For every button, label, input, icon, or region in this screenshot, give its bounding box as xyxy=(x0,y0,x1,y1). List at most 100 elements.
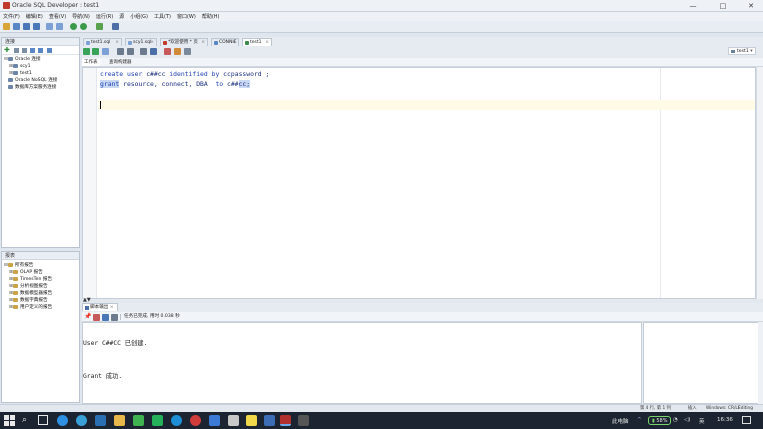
edge-taskbar-icon[interactable] xyxy=(171,415,182,426)
run-icon[interactable] xyxy=(96,23,103,30)
schema-browser-icon[interactable] xyxy=(47,48,52,53)
reports-tree-item[interactable]: ⊞ 数据模型器报告 xyxy=(4,290,79,297)
new-icon[interactable] xyxy=(3,23,10,30)
explorer-taskbar-icon[interactable] xyxy=(114,415,125,426)
output-scrollbar[interactable] xyxy=(758,322,763,404)
word-taskbar-icon[interactable] xyxy=(95,415,106,426)
pin-icon[interactable]: 📌 xyxy=(84,313,91,320)
run-script-icon[interactable] xyxy=(92,48,99,55)
wifi-icon[interactable]: ◔ xyxy=(673,417,678,423)
menu-item-4[interactable]: 运行(R) xyxy=(93,12,116,20)
tray-label[interactable]: 此电脑 xyxy=(612,417,629,425)
connections-tree-item[interactable]: ⊞ scy1 xyxy=(4,63,79,70)
tray-arrow-icon[interactable]: ^ xyxy=(637,417,642,423)
open-icon[interactable] xyxy=(13,23,20,30)
notification-icon[interactable] xyxy=(742,416,751,424)
explain-plan-icon[interactable] xyxy=(117,48,124,55)
debug-icon[interactable] xyxy=(112,23,119,30)
reports-tree-item[interactable]: ⊞ OLAP 报告 xyxy=(4,269,79,276)
connections-tree-item[interactable]: 数据库方案服务连接 xyxy=(4,84,79,91)
store-taskbar-icon[interactable] xyxy=(209,415,220,426)
editor-tab[interactable]: CONNIE × xyxy=(211,38,239,46)
save-all-icon[interactable] xyxy=(33,23,40,30)
close-tab-icon[interactable]: × xyxy=(265,39,269,46)
connections-tree-item[interactable]: Oracle NoSQL 连接 xyxy=(4,77,79,84)
close-tab-icon[interactable]: × xyxy=(115,39,119,46)
print-output-icon[interactable] xyxy=(111,314,118,321)
reports-tree-item[interactable]: ⊞ 数据字典报告 xyxy=(4,297,79,304)
close-tab-icon[interactable]: × xyxy=(201,39,205,46)
code-editor[interactable] xyxy=(82,67,756,299)
refresh-icon[interactable] xyxy=(14,48,19,53)
close-tab-icon[interactable]: × xyxy=(150,39,154,46)
text-cursor xyxy=(100,101,101,109)
editor-tab[interactable]: test1.sql × xyxy=(83,38,122,46)
menu-item-8[interactable]: 窗口(W) xyxy=(174,12,199,20)
connections-tree-item[interactable]: ⊟ Oracle 连接 xyxy=(4,56,79,63)
notepad-taskbar-icon[interactable] xyxy=(228,415,239,426)
tab-worksheet[interactable]: 工作表 xyxy=(82,59,100,66)
editor-tab[interactable]: scy1.sql × xyxy=(125,38,157,46)
editor-tab[interactable]: *欢迎使用 * 页 × xyxy=(160,38,208,46)
add-connection-icon[interactable]: ✚ xyxy=(4,47,10,54)
forward-icon[interactable] xyxy=(80,23,87,30)
close-button[interactable]: ✕ xyxy=(741,1,761,11)
sql-text: c##cc xyxy=(142,70,170,78)
reports-tree-item[interactable]: ⊞ TimesTen 报告 xyxy=(4,276,79,283)
input-language[interactable]: 英 xyxy=(699,417,705,425)
reports-tree-item[interactable]: ⊟ 所有报告 xyxy=(4,262,79,269)
back-icon[interactable] xyxy=(70,23,77,30)
terminal-taskbar-icon[interactable] xyxy=(298,415,309,426)
clear-icon[interactable] xyxy=(164,48,171,55)
history-icon[interactable] xyxy=(174,48,181,55)
windows-start-icon[interactable] xyxy=(4,415,15,426)
commit-icon[interactable] xyxy=(127,48,134,55)
filter-icon[interactable] xyxy=(22,48,27,53)
menu-item-2[interactable]: 查看(V) xyxy=(46,12,69,20)
menu-item-7[interactable]: 工具(T) xyxy=(151,12,174,20)
volume-icon[interactable]: ◁) xyxy=(684,417,690,423)
netease-taskbar-icon[interactable] xyxy=(190,415,201,426)
menu-item-6[interactable]: 小组(G) xyxy=(127,12,151,20)
run-statement-icon[interactable] xyxy=(83,48,90,55)
clock[interactable]: 16:36 xyxy=(717,417,733,423)
wechat-taskbar-icon[interactable] xyxy=(133,415,144,426)
editor-tab[interactable]: test1 × xyxy=(242,38,272,46)
files-taskbar-icon[interactable] xyxy=(264,415,275,426)
tab-query-builder[interactable]: 查询构建器 xyxy=(107,59,134,66)
sticky-taskbar-icon[interactable] xyxy=(246,415,257,426)
save-output-icon[interactable] xyxy=(102,314,109,321)
import-icon[interactable] xyxy=(30,48,35,53)
menu-item-0[interactable]: 文件(F) xyxy=(0,12,23,20)
reports-tree-item[interactable]: ⊞ 用户定义的报告 xyxy=(4,304,79,311)
battery-indicator[interactable]: ▮ 58% xyxy=(648,416,672,425)
menu-item-1[interactable]: 编辑(E) xyxy=(23,12,46,20)
app-taskbar-icon[interactable] xyxy=(57,415,68,426)
format-icon[interactable] xyxy=(184,48,191,55)
undo-icon[interactable] xyxy=(46,23,53,30)
clear-output-icon[interactable] xyxy=(93,314,100,321)
connections-tree-item[interactable]: ⊞ test1 xyxy=(4,70,79,77)
maximize-button[interactable]: □ xyxy=(713,1,733,11)
close-tab-icon[interactable]: × xyxy=(232,39,236,46)
redo-icon[interactable] xyxy=(56,23,63,30)
tab-script-output[interactable]: 脚本输出 × xyxy=(82,303,118,311)
menu-item-9[interactable]: 帮助(H) xyxy=(199,12,223,20)
sql-tuning-icon[interactable] xyxy=(150,48,157,55)
chat-taskbar-icon[interactable] xyxy=(152,415,163,426)
autotrace-icon[interactable] xyxy=(102,48,109,55)
output-text-area[interactable]: ──────── ── ────── ─── ───── xyxy=(82,322,642,404)
task-view-icon[interactable] xyxy=(38,415,48,425)
minimize-button[interactable]: — xyxy=(683,1,703,11)
save-icon[interactable] xyxy=(23,23,30,30)
search-icon[interactable]: ⌕ xyxy=(22,414,27,426)
rollback-icon[interactable] xyxy=(140,48,147,55)
menu-item-5[interactable]: 源 xyxy=(116,12,127,20)
connection-selector[interactable]: test1 ▾ xyxy=(728,47,756,55)
browser-taskbar-icon[interactable] xyxy=(76,415,87,426)
menu-item-3[interactable]: 导航(N) xyxy=(69,12,93,20)
reports-tree-item[interactable]: ⊞ 分析视图报告 xyxy=(4,283,79,290)
sqldeveloper-taskbar-icon[interactable] xyxy=(280,415,291,426)
editor-scrollbar[interactable] xyxy=(756,67,763,299)
export-icon[interactable] xyxy=(38,48,43,53)
